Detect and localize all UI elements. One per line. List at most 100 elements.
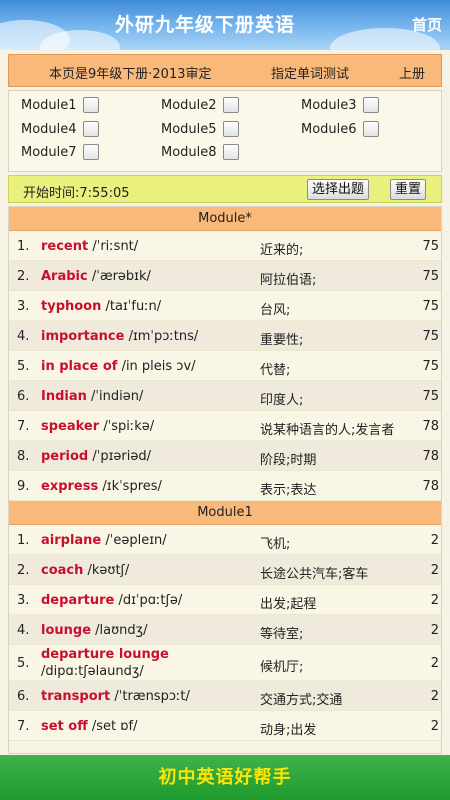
start-time: 开始时间:7:55:05 <box>23 186 130 201</box>
word-row[interactable]: 8. period /ˈpɪəriəd/阶段;时期 78 <box>9 441 441 471</box>
module-option[interactable]: Module4 <box>21 121 99 137</box>
module-option[interactable]: Module1 <box>21 97 99 113</box>
count: 2 <box>430 719 439 734</box>
row-number: 5. <box>17 656 30 671</box>
row-number: 4. <box>17 623 30 638</box>
meaning: 重要性; <box>260 333 304 348</box>
word-row[interactable]: 5. departure lounge /dipɑ:tʃəlaundʒ/候机厅; 2 <box>9 645 441 681</box>
row-number: 2. <box>17 563 30 578</box>
word-row[interactable]: 5. in place of /in pleis ɔv/代替; 75 <box>9 351 441 381</box>
row-number: 4. <box>17 329 30 344</box>
module-checkbox[interactable] <box>82 121 99 137</box>
phonetic: /dipɑ:tʃəlaundʒ/ <box>41 664 144 679</box>
word-row[interactable]: 4. importance /ɪmˈpɔːtns/重要性; 75 <box>9 321 441 351</box>
module-option[interactable]: Module5 <box>161 121 239 137</box>
row-number: 7. <box>17 419 30 434</box>
word-row[interactable]: 9. express /ɪkˈspres/表示;表达 78 <box>9 471 441 501</box>
word-list[interactable]: Module* 1. recent /ˈriːsnt/近来的; 75 2. Arabi… <box>8 206 442 754</box>
phonetic: /dɪˈpɑːtʃə/ <box>118 593 183 608</box>
word-row[interactable]: 6. Indian /ˈindiən/印度人; 75 <box>9 381 441 411</box>
word-text: Arabic <box>41 269 88 284</box>
meaning: 长途公共汽车;客车 <box>260 567 369 582</box>
word-row[interactable]: 3. typhoon /taɪˈfuːn/台风; 75 <box>9 291 441 321</box>
phonetic: /ˈindiən/ <box>91 389 144 404</box>
module-checkbox[interactable] <box>82 144 99 160</box>
footer-banner: 初中英语好帮手 <box>0 755 450 800</box>
word-text: speaker <box>41 419 100 434</box>
count: 78 <box>422 419 439 434</box>
phonetic: /ɪmˈpɔːtns/ <box>128 329 199 344</box>
module-option[interactable]: Module8 <box>161 144 239 160</box>
word-row[interactable]: 3. departure /dɪˈpɑːtʃə/出发;起程 2 <box>9 585 441 615</box>
meaning: 飞机; <box>260 537 291 552</box>
meaning: 印度人; <box>260 393 304 408</box>
module-option[interactable]: Module7 <box>21 144 99 160</box>
count: 78 <box>422 449 439 464</box>
section-header: Module* <box>9 207 441 231</box>
module-option[interactable]: Module2 <box>161 97 239 113</box>
word-text: transport <box>41 689 111 704</box>
module-checkbox[interactable] <box>82 97 99 113</box>
word-row[interactable]: 1. airplane /ˈeəpleɪn/飞机; 2 <box>9 525 441 555</box>
word-text: airplane <box>41 533 102 548</box>
meaning: 代替; <box>260 363 291 378</box>
row-number: 3. <box>17 593 30 608</box>
count: 75 <box>422 269 439 284</box>
phonetic: /ˈærəbɪk/ <box>91 269 151 284</box>
reset-button[interactable]: 重置 <box>390 179 427 200</box>
phonetic: /kəʊtʃ/ <box>87 563 130 578</box>
word-row[interactable]: 2. Arabic /ˈærəbɪk/阿拉伯语; 75 <box>9 261 441 291</box>
row-number: 8. <box>17 449 30 464</box>
time-bar: 开始时间:7:55:05 选择出题 重置 <box>8 175 442 203</box>
module-label: Module1 <box>21 97 77 113</box>
phonetic: /ˈriːsnt/ <box>92 239 139 254</box>
count: 75 <box>422 389 439 404</box>
word-text: departure <box>41 593 115 608</box>
word-row[interactable]: 7. set off /set ɒf/动身;出发 2 <box>9 711 441 741</box>
module-checkbox[interactable] <box>222 144 239 160</box>
count: 2 <box>430 623 439 638</box>
word-row[interactable]: 4. lounge /laʊndʒ/等待室; 2 <box>9 615 441 645</box>
choose-questions-button[interactable]: 选择出题 <box>307 179 370 200</box>
home-link[interactable]: 首页 <box>412 14 442 35</box>
module-label: Module8 <box>161 144 217 160</box>
meaning: 说某种语言的人;发言者 <box>260 423 395 438</box>
row-number: 9. <box>17 479 30 494</box>
module-checkbox[interactable] <box>362 121 379 137</box>
word-test-link[interactable]: 指定单词测试 <box>271 63 349 82</box>
module-checkbox[interactable] <box>362 97 379 113</box>
word-text: lounge <box>41 623 92 638</box>
meaning: 近来的; <box>260 243 304 258</box>
phonetic: /ɪkˈspres/ <box>102 479 162 494</box>
phonetic: /set ɒf/ <box>91 719 138 734</box>
row-number: 2. <box>17 269 30 284</box>
word-text: express <box>41 479 99 494</box>
word-row[interactable]: 2. coach /kəʊtʃ/长途公共汽车;客车 2 <box>9 555 441 585</box>
meaning: 阿拉伯语; <box>260 273 317 288</box>
word-text: Indian <box>41 389 87 404</box>
meaning: 交通方式;交通 <box>260 693 343 708</box>
module-option[interactable]: Module3 <box>301 97 379 113</box>
phonetic: /in pleis ɔv/ <box>121 359 196 374</box>
module-label: Module2 <box>161 97 217 113</box>
phonetic: /ˈeəpleɪn/ <box>105 533 167 548</box>
meaning: 动身;出发 <box>260 723 317 738</box>
word-row[interactable]: 1. recent /ˈriːsnt/近来的; 75 <box>9 231 441 261</box>
meaning: 等待室; <box>260 627 304 642</box>
module-checkbox[interactable] <box>222 121 239 137</box>
module-option[interactable]: Module6 <box>301 121 379 137</box>
phonetic: /ˈspiːkə/ <box>103 419 155 434</box>
word-text: set off <box>41 719 88 734</box>
row-number: 6. <box>17 389 30 404</box>
module-label: Module7 <box>21 144 77 160</box>
count: 2 <box>430 533 439 548</box>
module-checkbox[interactable] <box>222 97 239 113</box>
count: 75 <box>422 239 439 254</box>
module-label: Module3 <box>301 97 357 113</box>
info-bar: 本页是9年级下册·2013审定 指定单词测试 上册 <box>8 54 442 87</box>
word-row[interactable]: 6. transport /ˈtrænspɔːt/交通方式;交通 2 <box>9 681 441 711</box>
word-text: importance <box>41 329 125 344</box>
first-volume-link[interactable]: 上册 <box>399 63 425 82</box>
meaning: 出发;起程 <box>260 597 317 612</box>
word-row[interactable]: 7. speaker /ˈspiːkə/说某种语言的人;发言者 78 <box>9 411 441 441</box>
